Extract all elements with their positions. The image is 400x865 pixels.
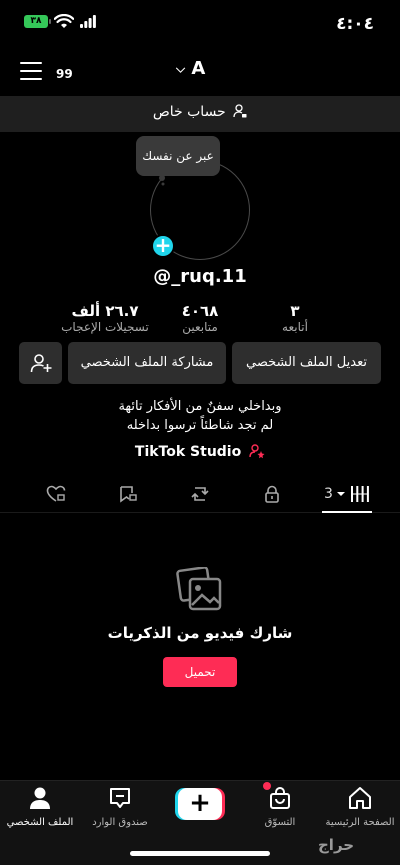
bio-line-1: وبداخلي سفنٌ من الأفكار تائهة <box>118 399 282 414</box>
profile-icon <box>30 787 50 809</box>
tab-private[interactable] <box>252 482 292 506</box>
username: @_ruq.11 <box>153 266 247 287</box>
private-user-icon <box>233 104 247 118</box>
wifi-icon <box>54 14 74 28</box>
nav-shop[interactable]: التسوّق <box>240 786 320 828</box>
note-bubble[interactable]: عبر عن نفسك <box>136 136 220 176</box>
repost-icon <box>191 487 209 501</box>
private-account-label: حساب خاص <box>0 104 400 120</box>
notification-count: 99 <box>56 67 73 81</box>
home-icon <box>349 787 371 809</box>
photos-icon <box>176 567 222 611</box>
likes-label: تسجيلات الإعجاب <box>61 320 149 334</box>
bubble-tail <box>159 176 165 186</box>
share-profile-button[interactable]: مشاركة الملف الشخصي <box>68 342 226 384</box>
tab-favorites[interactable] <box>108 482 148 506</box>
videos-count: 3 <box>324 486 333 502</box>
bookmark-lock-icon <box>120 486 137 503</box>
battery-level: ٣٨ <box>30 16 42 26</box>
tab-videos[interactable]: 3 <box>322 482 372 506</box>
plus-icon: + <box>178 788 222 820</box>
status-time: ٤:٠٤ <box>336 14 374 34</box>
shop-notification-dot <box>263 782 271 790</box>
following-label: أتابعه <box>282 320 308 334</box>
caret-down-icon <box>336 492 345 496</box>
bio-line-2: لم تجد شاطئاً ترسوا بداخله <box>126 418 274 433</box>
add-friends-button[interactable] <box>19 342 62 384</box>
nav-profile-label: الملف الشخصي <box>6 817 74 828</box>
add-avatar-button[interactable]: + <box>151 234 175 258</box>
following-count: ٣ <box>290 302 300 320</box>
shopping-bag-icon <box>270 787 290 809</box>
grid-icon <box>350 486 369 502</box>
signal-icon <box>80 15 96 28</box>
studio-icon <box>249 444 265 459</box>
watermark-logo: حراج <box>318 836 355 854</box>
home-indicator <box>130 851 270 856</box>
followers-count: ٤٠٦٨ <box>181 302 219 320</box>
likes-stat[interactable]: ٢٦.٧ ألف تسجيلات الإعجاب <box>50 302 160 334</box>
followers-label: متابعين <box>182 320 218 334</box>
heart-lock-icon <box>46 485 66 502</box>
battery-icon: ٣٨ <box>24 15 51 28</box>
nav-shop-label: التسوّق <box>264 817 296 828</box>
create-button[interactable]: + <box>175 788 225 820</box>
menu-icon[interactable] <box>20 62 42 80</box>
nav-inbox-label: صندوق الوارد <box>92 817 148 828</box>
account-name: A <box>191 58 206 79</box>
chevron-down-icon: ⌵ <box>176 61 186 76</box>
nav-inbox[interactable]: صندوق الوارد <box>80 786 160 828</box>
tiktok-studio-link[interactable]: TikTok Studio <box>0 443 400 460</box>
likes-count: ٢٦.٧ ألف <box>71 302 139 320</box>
inbox-icon <box>110 788 130 808</box>
nav-home[interactable]: الصفحة الرئيسية <box>320 786 400 828</box>
followers-stat[interactable]: ٤٠٦٨ متابعين <box>165 302 235 334</box>
upload-button[interactable]: تحميل <box>163 657 237 687</box>
tab-reposts[interactable] <box>180 482 220 506</box>
edit-profile-button[interactable]: تعديل الملف الشخصي <box>232 342 381 384</box>
lock-icon <box>265 485 279 503</box>
add-user-icon <box>30 354 51 373</box>
nav-home-label: الصفحة الرئيسية <box>325 817 395 828</box>
account-switcher[interactable]: ⌵ A <box>176 58 205 79</box>
following-stat[interactable]: ٣ أتابعه <box>260 302 330 334</box>
empty-state-message: شارك فيديو من الذكريات <box>107 624 293 642</box>
nav-profile[interactable]: الملف الشخصي <box>0 786 80 828</box>
active-tab-indicator <box>322 511 372 513</box>
tiktok-studio-label: TikTok Studio <box>134 444 242 460</box>
tab-liked[interactable] <box>36 482 76 506</box>
